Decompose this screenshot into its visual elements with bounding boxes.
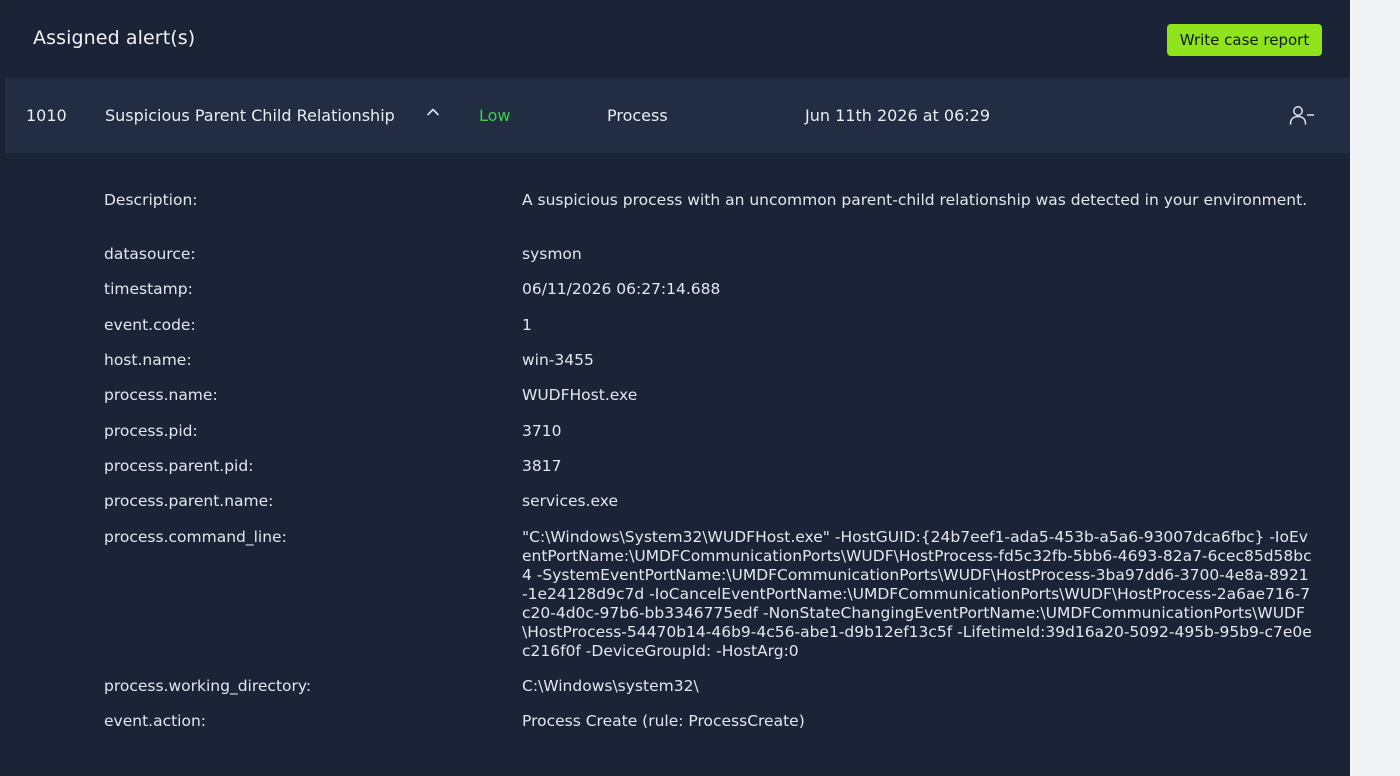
alert-date: Jun 11th 2026 at 06:29 [805, 106, 991, 125]
detail-value: WUDFHost.exe [522, 386, 638, 404]
detail-value: C:\Windows\system32\ [522, 677, 699, 695]
panel-title: Assigned alert(s) [33, 27, 196, 49]
assigned-alerts-panel: Assigned alert(s) Write case report 1010… [5, 3, 1350, 768]
unassign-user-icon[interactable] [1288, 104, 1316, 126]
panel-header: Assigned alert(s) Write case report [5, 3, 1350, 78]
alert-name: Suspicious Parent Child Relationship [105, 106, 395, 125]
detail-key: process.working_directory: [104, 677, 312, 695]
detail-value: 3817 [522, 457, 562, 475]
detail-value: sysmon [522, 245, 582, 263]
alert-category: Process [607, 106, 668, 125]
detail-key: process.parent.pid: [104, 457, 254, 475]
alert-row[interactable]: 1010 Suspicious Parent Child Relationshi… [5, 78, 1350, 153]
detail-value: services.exe [522, 492, 619, 510]
detail-key: process.pid: [104, 422, 198, 440]
detail-key: timestamp: [104, 280, 193, 298]
detail-value: 3710 [522, 422, 562, 440]
alert-id: 1010 [26, 106, 67, 125]
detail-key: Description: [104, 191, 198, 209]
detail-value: win-3455 [522, 351, 594, 369]
detail-value: "C:\Windows\System32\WUDFHost.exe" -Host… [522, 528, 1312, 660]
detail-value: A suspicious process with an uncommon pa… [522, 191, 1308, 209]
detail-key: process.command_line: [104, 528, 287, 546]
detail-value: 06/11/2026 06:27:14.688 [522, 280, 721, 298]
detail-key: event.code: [104, 316, 196, 334]
page-scroll-gutter [1350, 0, 1400, 776]
detail-key: process.parent.name: [104, 492, 274, 510]
detail-key: datasource: [104, 245, 196, 263]
detail-key: event.action: [104, 712, 207, 730]
chevron-up-icon[interactable] [425, 104, 441, 120]
detail-value: 1 [522, 316, 532, 334]
detail-key: process.name: [104, 386, 218, 404]
detail-key: host.name: [104, 351, 192, 369]
write-case-report-button[interactable]: Write case report [1167, 24, 1322, 56]
severity-badge: Low [479, 106, 511, 125]
detail-value: Process Create (rule: ProcessCreate) [522, 712, 805, 730]
